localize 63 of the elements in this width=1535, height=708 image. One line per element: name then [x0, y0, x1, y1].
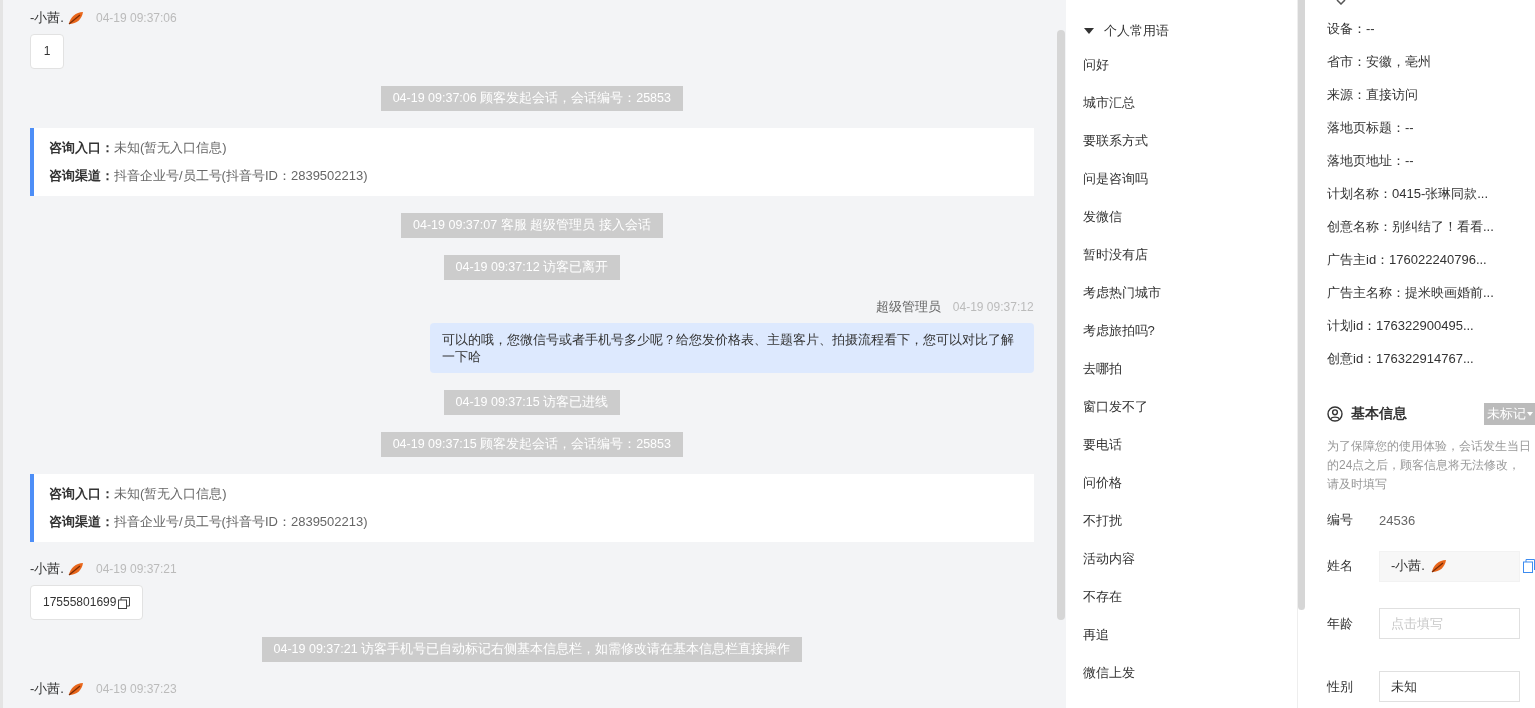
- phrase-group-header[interactable]: 个人常用语: [1065, 20, 1297, 42]
- phrase-item[interactable]: 问价格: [1065, 464, 1297, 502]
- chevron-icon[interactable]: [1336, 0, 1346, 5]
- visitor-info-line: 计划名称：0415-张琳同款...: [1327, 184, 1490, 203]
- phrase-item[interactable]: 再追: [1065, 616, 1297, 654]
- section-title: 基本信息: [1351, 405, 1408, 423]
- visitor-info-line: 广告主名称：提米映画婚前...: [1327, 283, 1495, 302]
- visitor-info-line: 省市：安徽，亳州: [1327, 52, 1432, 71]
- leaf-icon: [67, 11, 84, 25]
- phrase-item[interactable]: 窗口发不了: [1065, 388, 1297, 426]
- phrase-item[interactable]: 问好: [1065, 46, 1297, 84]
- phrase-item[interactable]: 考虑热门城市: [1065, 274, 1297, 312]
- source-info-line: 咨询渠道：抖音企业号/员工号(抖音号ID：2839502213): [49, 168, 369, 184]
- scrollbar-thumb[interactable]: [1056, 30, 1065, 620]
- scrollbar-thumb[interactable]: [1298, 0, 1305, 610]
- phrase-item[interactable]: 去哪拍: [1065, 350, 1297, 388]
- message-time: 04-19 09:37:06: [95, 11, 177, 25]
- phrase-item[interactable]: 考虑旅拍吗?: [1065, 312, 1297, 350]
- visitor-info-line: 计划id：176322900495...: [1327, 316, 1475, 335]
- leaf-icon: [67, 562, 84, 576]
- phrase-item[interactable]: 城市汇总: [1065, 84, 1297, 122]
- message-bubble: 可以的哦，您微信号或者手机号多少呢？给您发价格表、主题客片、拍摄流程看下，您可以对比了解一下哈: [429, 323, 1034, 373]
- source-info-line: 咨询入口：未知(暂无入口信息): [49, 486, 228, 502]
- phrase-item[interactable]: 要电话: [1065, 426, 1297, 464]
- phrase-item[interactable]: 不存在: [1065, 578, 1297, 616]
- phrase-item[interactable]: 问是咨询吗: [1065, 160, 1297, 198]
- field-label: 年龄: [1327, 614, 1354, 633]
- message-time: 04-19 09:37:12: [952, 300, 1034, 314]
- caret-icon: [1527, 412, 1533, 416]
- visitor-info-line: 来源：直接访问: [1327, 85, 1419, 104]
- message-time: 04-19 09:37:23: [95, 682, 177, 696]
- field-label: 编号: [1327, 511, 1354, 529]
- phrase-item[interactable]: 发微信: [1065, 198, 1297, 236]
- visitor-info-line: 广告主id：176022240796...: [1327, 250, 1488, 269]
- source-info-line: 咨询渠道：抖音企业号/员工号(抖音号ID：2839502213): [49, 514, 369, 530]
- input-field[interactable]: 未知: [1379, 671, 1520, 702]
- phrase-item[interactable]: 活动内容: [1065, 540, 1297, 578]
- sender-name: -小茜.: [30, 560, 64, 578]
- field-value: 24536: [1379, 512, 1416, 528]
- source-info-line: 咨询入口：未知(暂无入口信息): [49, 140, 228, 156]
- field-label: 姓名: [1327, 557, 1354, 575]
- leaf-icon: [1431, 558, 1447, 573]
- copy-icon[interactable]: [118, 596, 131, 609]
- input-field[interactable]: -小茜.: [1379, 550, 1520, 582]
- leaf-icon: [67, 682, 84, 696]
- user-icon: [1327, 406, 1343, 422]
- visitor-info-line: 落地页地址：--: [1327, 151, 1415, 170]
- visitor-info-line: 创意id：176322914767...: [1327, 349, 1475, 368]
- sender-name: -小茜.: [30, 9, 64, 27]
- message-bubble: 1: [30, 34, 64, 69]
- visitor-info-line: 落地页标题：--: [1327, 118, 1415, 137]
- phrase-item[interactable]: 不打扰: [1065, 502, 1297, 540]
- message-time: 04-19 09:37:21: [95, 562, 177, 576]
- phrase-item[interactable]: 暂时没有店: [1065, 236, 1297, 274]
- phrase-item[interactable]: 要联系方式: [1065, 122, 1297, 160]
- visitor-info-line: 创意名称：别纠结了！看看...: [1327, 217, 1495, 236]
- sender-name: 超级管理员: [875, 298, 941, 316]
- field-label: 性别: [1327, 677, 1354, 696]
- message-bubble: 17555801699: [30, 585, 144, 620]
- hint-text: 为了保障您的使用体验，会话发生当日的24点之后，顾客信息将无法修改，请及时填写: [1327, 438, 1532, 493]
- visitor-info-line: 设备：--: [1327, 19, 1376, 38]
- phrase-item[interactable]: 微信上发: [1065, 654, 1297, 692]
- sender-name: -小茜.: [30, 680, 64, 698]
